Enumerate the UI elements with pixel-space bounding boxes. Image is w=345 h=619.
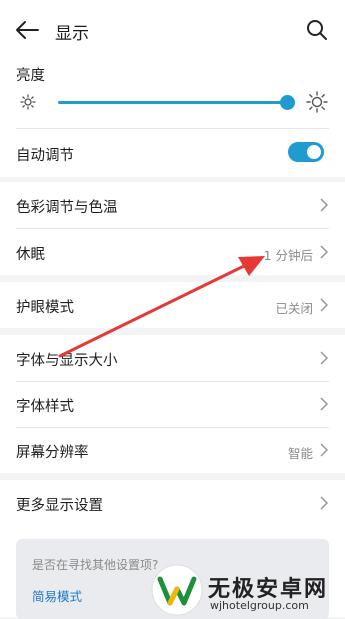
row-label: 护眼模式: [16, 300, 74, 316]
brightness-high-icon: [306, 91, 328, 113]
row-label: 字体样式: [16, 399, 74, 415]
back-arrow-icon[interactable]: [14, 18, 40, 42]
chevron-right-icon: [320, 397, 329, 411]
brightness-label: 亮度: [16, 68, 45, 84]
chevron-right-icon: [320, 198, 329, 212]
row-color-temperature[interactable]: 色彩调节与色温: [0, 182, 345, 228]
site-watermark: 无极安卓网 wjhotelgroup.com: [150, 563, 345, 617]
page-title: 显示: [55, 24, 89, 44]
auto-adjust-toggle[interactable]: [288, 142, 324, 162]
top-app-bar: 显示: [0, 0, 345, 60]
watermark-url: wjhotelgroup.com: [210, 599, 309, 612]
brightness-low-icon: [20, 94, 36, 110]
row-eye-care[interactable]: 护眼模式 已关闭: [0, 282, 345, 328]
eye-care-section: 护眼模式 已关闭: [0, 282, 345, 328]
chevron-right-icon: [320, 245, 329, 259]
brightness-slider-thumb[interactable]: [280, 95, 295, 110]
sleep-value: 1 分钟后: [263, 248, 313, 263]
divider: [16, 128, 329, 129]
row-more-display-settings[interactable]: 更多显示设置: [0, 480, 345, 526]
watermark-logo-icon: [151, 564, 203, 616]
search-icon[interactable]: [305, 18, 329, 42]
toggle-knob: [307, 145, 321, 159]
row-label: 字体与显示大小: [16, 353, 118, 369]
brightness-slider-track[interactable]: [58, 101, 288, 104]
row-label: 休眠: [16, 247, 45, 263]
row-label: 色彩调节与色温: [16, 200, 118, 216]
chevron-right-icon: [320, 443, 329, 457]
row-sleep[interactable]: 休眠 1 分钟后: [0, 229, 345, 275]
font-resolution-section: 字体与显示大小 字体样式 屏幕分辨率 智能: [0, 335, 345, 473]
suggestion-question: 是否在寻找其他设置项?: [32, 558, 159, 572]
chevron-right-icon: [320, 496, 329, 510]
resolution-value: 智能: [287, 446, 313, 461]
display-color-section: 色彩调节与色温 休眠 1 分钟后: [0, 182, 345, 275]
auto-adjust-label: 自动调节: [16, 148, 74, 164]
chevron-right-icon: [320, 351, 329, 365]
eye-care-value: 已关闭: [275, 301, 313, 316]
row-font-display-size[interactable]: 字体与显示大小: [0, 335, 345, 381]
chevron-right-icon: [320, 298, 329, 312]
row-label: 屏幕分辨率: [16, 445, 89, 461]
simple-mode-link[interactable]: 简易模式: [32, 586, 82, 605]
row-label: 更多显示设置: [16, 498, 103, 514]
row-screen-resolution[interactable]: 屏幕分辨率 智能: [0, 428, 345, 473]
row-font-style[interactable]: 字体样式: [0, 382, 345, 427]
